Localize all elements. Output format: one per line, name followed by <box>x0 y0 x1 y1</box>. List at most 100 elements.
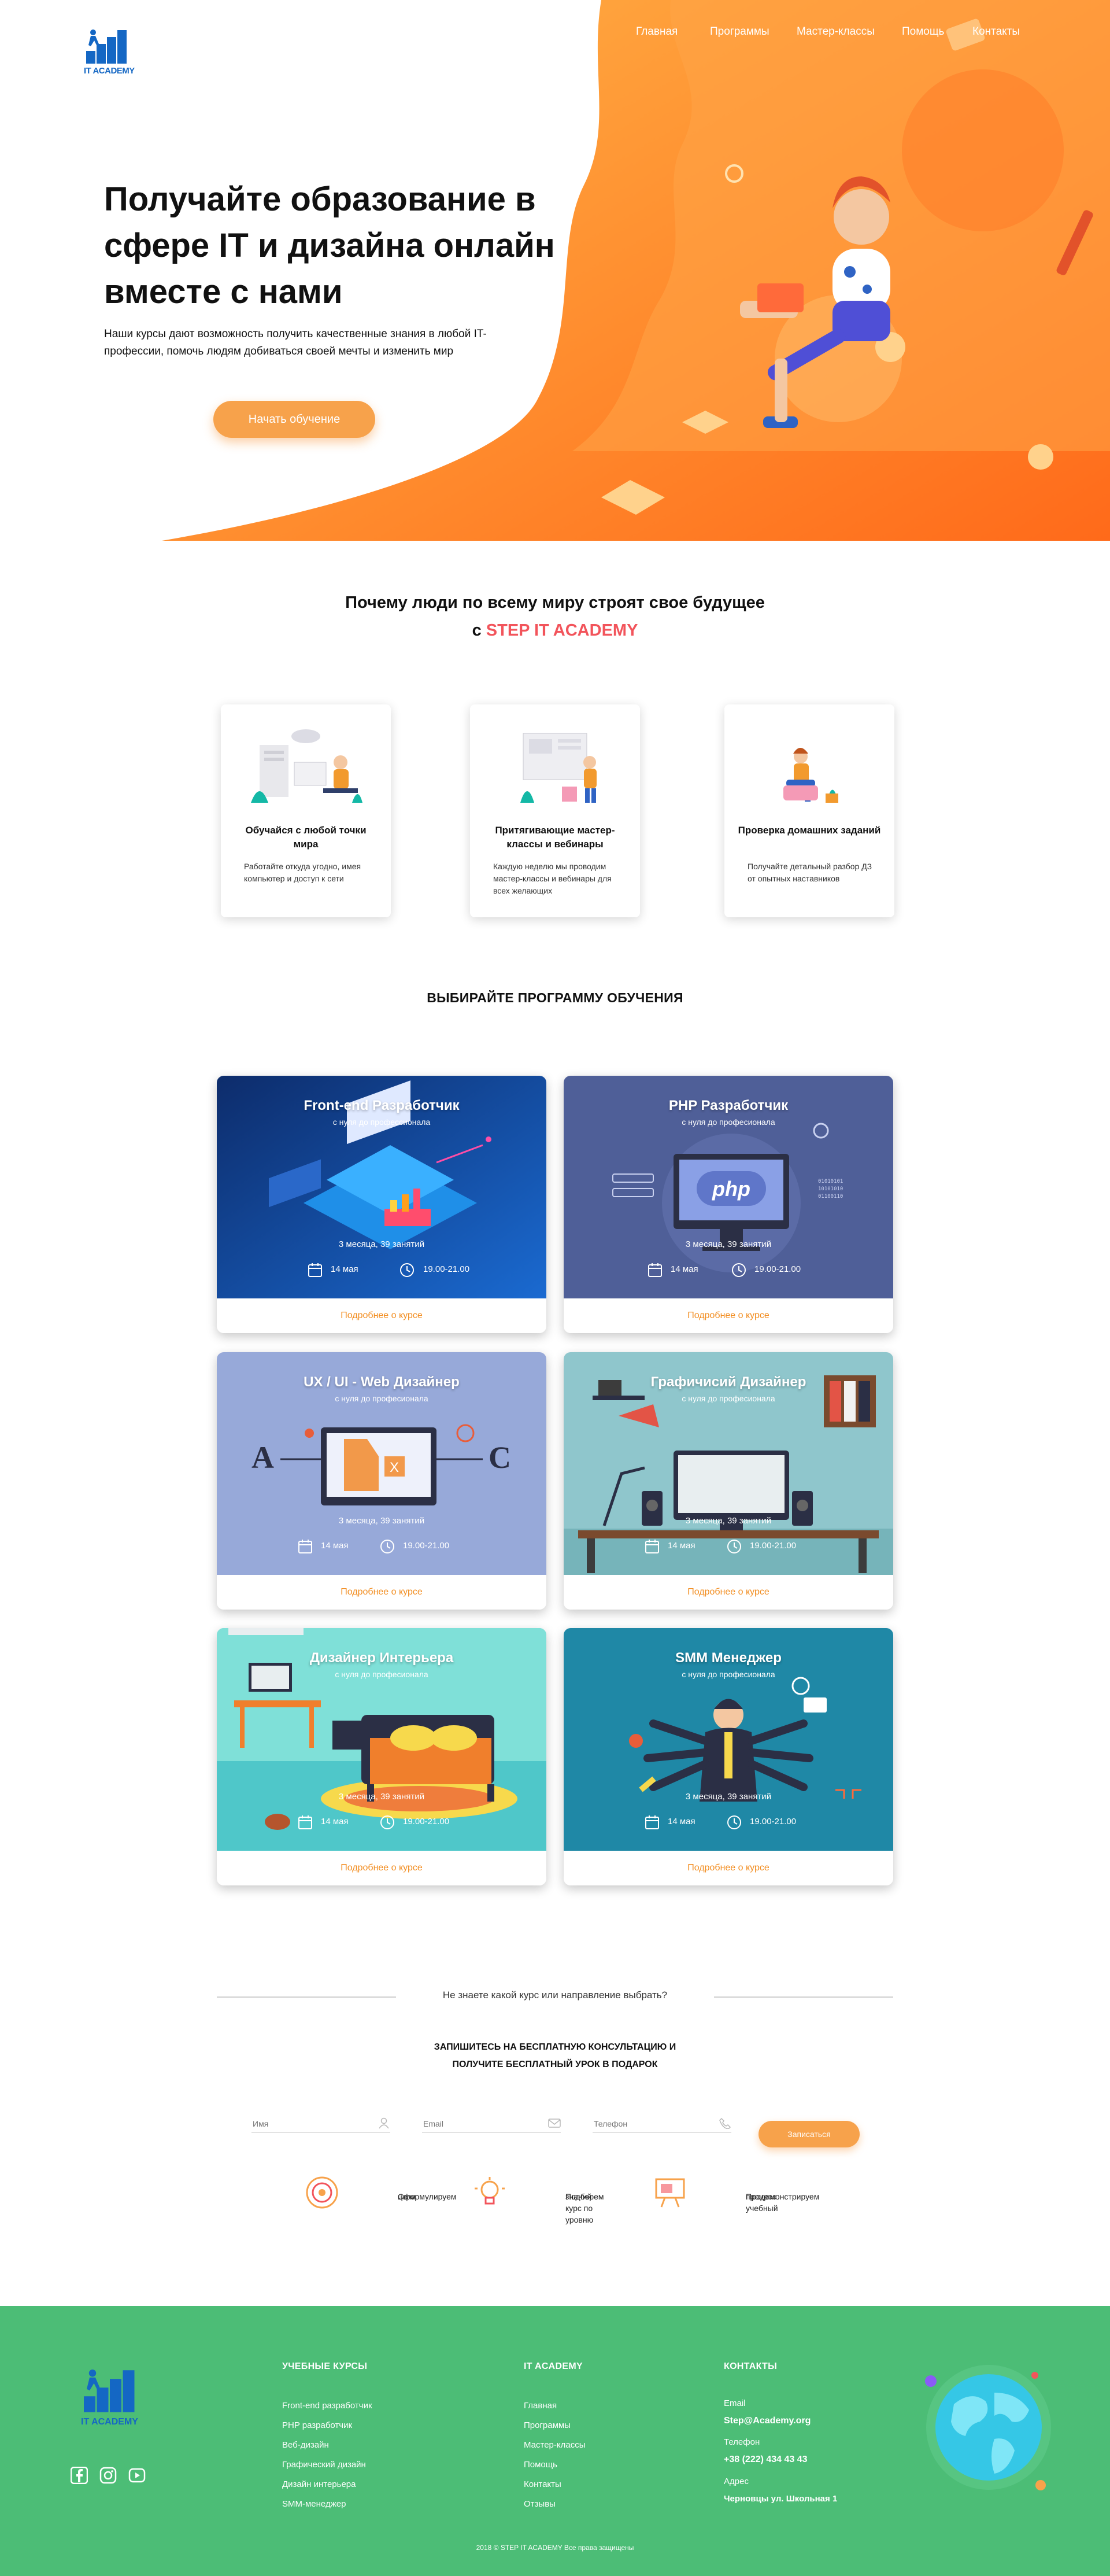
footer-logo[interactable]: IT ACADEMY <box>81 2364 139 2433</box>
program-card-uxui[interactable]: X A C UX / UI - Web Дизайнер с нуля до п… <box>217 1352 546 1610</box>
remote-work-illustration <box>251 729 362 803</box>
consult-offer-line1: ЗАПИШИТЕСЬ НА БЕСПЛАТНУЮ КОНСУЛЬТАЦИЮ И <box>434 2042 676 2052</box>
card-subtitle: с нуля до професионала <box>682 1670 775 1679</box>
course-details-link[interactable]: Подробнее о курсе <box>564 1851 893 1885</box>
nav-link-help[interactable]: Помощь <box>902 25 944 38</box>
card-meta: 14 мая 19.00-21.00 <box>564 1815 893 1831</box>
clock-icon <box>400 1263 414 1277</box>
footer-phone[interactable]: +38 (222) 434 43 43 <box>724 2455 808 2465</box>
calendar-icon <box>648 1263 662 1277</box>
nav-link-masterclasses[interactable]: Мастер-классы <box>797 25 875 38</box>
nav-link-contacts[interactable]: Контакты <box>972 25 1020 38</box>
footer-email[interactable]: Step@Academy.org <box>724 2416 811 2426</box>
program-card-graphic[interactable]: Графичисий Дизайнер с нуля до професиона… <box>564 1352 893 1610</box>
consult-question: Не знаете какой курс или направление выб… <box>442 1990 668 2001</box>
footer-academy-heading: IT ACADEMY <box>524 2361 583 2371</box>
feature-text: Работайте откуда угодно, имея компьютер … <box>244 862 361 883</box>
email-input[interactable] <box>422 2115 540 2132</box>
clock-icon <box>380 1815 394 1829</box>
card-title: PHP Разработчик <box>668 1098 789 1113</box>
card-subtitle: с нуля до професионала <box>682 1394 775 1403</box>
consult-offer: ЗАПИШИТЕСЬ НА БЕСПЛАТНУЮ КОНСУЛЬТАЦИЮ И … <box>0 2039 1110 2073</box>
calendar-icon <box>298 1540 312 1553</box>
card-date: 14 мая <box>321 1817 349 1826</box>
start-learning-button[interactable]: Начать обучение <box>213 401 375 438</box>
card-date: 14 мая <box>668 1541 695 1551</box>
svg-text:X: X <box>390 1460 399 1475</box>
mail-icon <box>548 2119 561 2128</box>
svg-text:01010101: 01010101 <box>818 1179 843 1184</box>
presentation-icon <box>655 2178 685 2208</box>
card-title: Дизайнер Интерьера <box>309 1650 454 1666</box>
svg-text:01100110: 01100110 <box>818 1194 843 1200</box>
email-field <box>422 2115 561 2133</box>
footer-academy-link[interactable]: Главная <box>524 2396 586 2416</box>
footer-address-label: Адрес <box>724 2477 749 2486</box>
hero-section: IT ACADEMY Главная Программы Мастер-клас… <box>0 0 1110 544</box>
step-line2: знаний <box>565 2192 592 2201</box>
course-details-link[interactable]: Подробнее о курсе <box>217 1851 546 1885</box>
footer-course-link[interactable]: SMM-менеджер <box>282 2494 372 2514</box>
youtube-icon[interactable] <box>128 2467 146 2484</box>
footer-academy-link[interactable]: Программы <box>524 2416 586 2435</box>
footer-course-link[interactable]: Дизайн интерьера <box>282 2475 372 2494</box>
program-card-frontend[interactable]: Front-end Разработчик с нуля до професси… <box>217 1076 546 1333</box>
signup-button[interactable]: Записаться <box>758 2121 860 2147</box>
globe-icon <box>925 2365 1051 2490</box>
nav-link-home[interactable]: Главная <box>636 25 678 38</box>
card-subtitle: с нуля до професионала <box>682 1117 775 1127</box>
phone-input[interactable] <box>593 2115 711 2132</box>
footer-course-link[interactable]: PHP разработчик <box>282 2416 372 2435</box>
logo[interactable]: IT ACADEMY <box>84 25 135 80</box>
card-date: 14 мая <box>331 1264 358 1274</box>
step-line2: цели <box>398 2192 416 2201</box>
card-duration: 3 месяца, 39 занятий <box>338 1516 425 1526</box>
footer-address: Черновцы ул. Школьная 1 <box>724 2494 838 2504</box>
feature-title: Обучайся с любой точки мира <box>245 825 367 850</box>
footer-academy-list: Главная Программы Мастер-классы Помощь К… <box>524 2396 586 2514</box>
footer-course-link[interactable]: Веб-дизайн <box>282 2435 372 2455</box>
calendar-icon <box>298 1815 312 1829</box>
card-date: 14 мая <box>321 1541 349 1551</box>
program-card-interior[interactable]: Дизайнер Интерьера с нуля до професионал… <box>217 1628 546 1885</box>
course-details-link[interactable]: Подробнее о курсе <box>564 1575 893 1610</box>
name-field <box>251 2115 390 2133</box>
main-nav: Главная Программы Мастер-классы Помощь К… <box>636 25 1041 39</box>
course-details-link[interactable]: Подробнее о курсе <box>564 1298 893 1333</box>
card-duration: 3 месяца, 39 занятий <box>338 1239 425 1249</box>
clock-icon <box>380 1540 394 1553</box>
facebook-icon[interactable] <box>71 2467 88 2484</box>
card-time: 19.00-21.00 <box>754 1264 801 1274</box>
card-title: UX / UI - Web Дизайнер <box>304 1374 460 1390</box>
course-details-link[interactable]: Подробнее о курсе <box>217 1298 546 1333</box>
card-subtitle: с нуля до професионала <box>335 1394 428 1403</box>
step-goals: Сформулируем цели <box>305 2176 457 2210</box>
clock-icon <box>727 1815 741 1829</box>
phone-field <box>593 2115 731 2133</box>
footer-academy-link[interactable]: Мастер-классы <box>524 2435 586 2455</box>
svg-text:A: A <box>251 1440 274 1475</box>
program-card-php[interactable]: php 01010101 10101010 01100110 PHP Разра… <box>564 1076 893 1333</box>
step-demo: Продемонстрируем учебный процесс <box>653 2176 832 2213</box>
calendar-icon <box>645 1540 659 1553</box>
program-card-smm[interactable]: SMM Менеджер с нуля до професионала 3 ме… <box>564 1628 893 1885</box>
svg-text:10101010: 10101010 <box>818 1186 843 1192</box>
feature-card-remote: Обучайся с любой точки мира Работайте от… <box>221 704 391 917</box>
footer-phone-label: Телефон <box>724 2437 760 2447</box>
instagram-icon[interactable] <box>99 2467 117 2484</box>
name-input[interactable] <box>251 2115 369 2132</box>
footer-course-link[interactable]: Графический дизайн <box>282 2455 372 2475</box>
nav-link-programs[interactable]: Программы <box>710 25 769 38</box>
why-title-prefix: с <box>472 621 482 640</box>
card-duration: 3 месяца, 39 занятий <box>685 1516 772 1526</box>
feature-title: Проверка домашних заданий <box>738 825 881 836</box>
step-course-selection: Подберем курс по уровню знаний <box>473 2176 646 2224</box>
footer-academy-link[interactable]: Отзывы <box>524 2494 586 2514</box>
course-details-link[interactable]: Подробнее о курсе <box>217 1575 546 1610</box>
card-meta: 14 мая 19.00-21.00 <box>564 1539 893 1555</box>
footer-academy-link[interactable]: Контакты <box>524 2475 586 2494</box>
footer-academy-link[interactable]: Помощь <box>524 2455 586 2475</box>
homework-illustration <box>783 748 838 803</box>
footer-course-link[interactable]: Front-end разработчик <box>282 2396 372 2416</box>
card-subtitle: с нуля до профессионала <box>332 1117 431 1127</box>
